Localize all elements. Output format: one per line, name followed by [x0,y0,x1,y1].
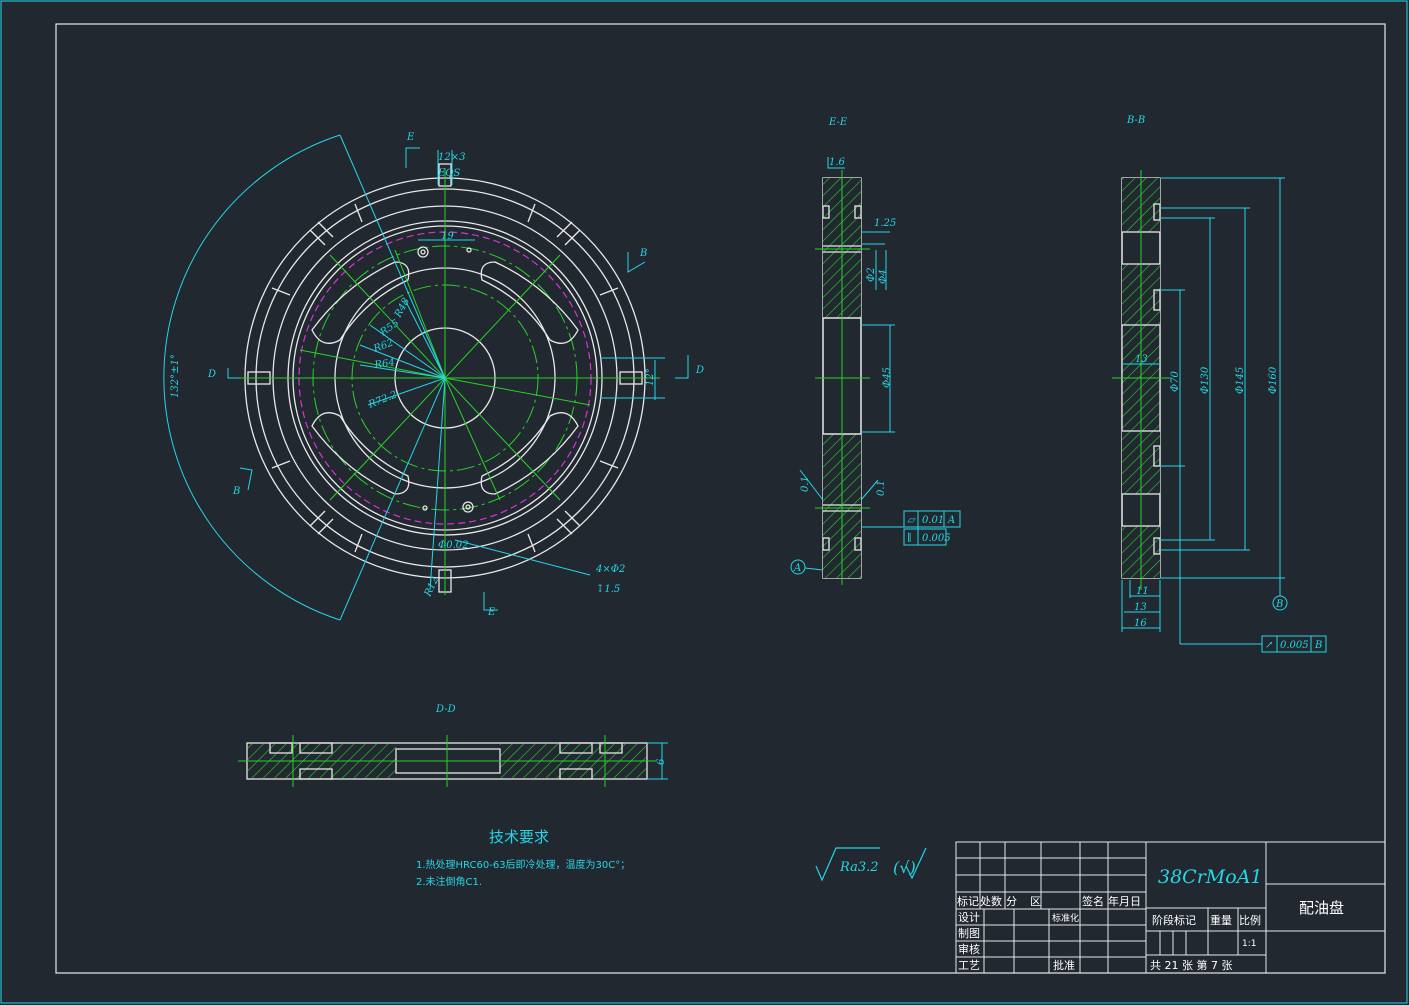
bb-dim-phi145: Φ145 [1235,367,1246,394]
section-bb-label: B-B [1126,115,1145,126]
tb-zone: 区 [1030,895,1041,908]
ee-dim-phi2: Φ2 [866,267,877,282]
tb-process: 工艺 [958,959,980,972]
dim-holes: 4×Φ2 [595,564,625,575]
ee-dim-phi45: Φ45 [882,367,893,388]
label-b-bottom: B [232,486,240,497]
material: 38CrMoA1 [1158,866,1263,888]
dim-angle-132: 132°±1° [170,354,181,398]
tb-review: 审核 [958,942,980,956]
dim-hole-depth: ↧1.5 [596,584,620,595]
ee-flatness-sym: ⏥ [907,515,916,526]
dd-dim-6: 6 [656,758,667,765]
tb-design: 设计 [958,911,980,924]
ee-parallel-sym: ∥ [907,532,912,544]
dim-top-width: 12×3 [438,152,465,163]
tech-line-1: 1.热处理HRC60-63后即冷处理，温度为30C°； [416,858,630,871]
tb-count: 处数 [980,895,1002,908]
ee-flatness-value: 0.01 [922,515,944,526]
dim-top-19: 19 [441,231,454,242]
dim-bottom-dia: Φ0.02 [438,540,468,551]
bb-dim-phi70: Φ70 [1170,370,1181,392]
tb-fen: 分 [1006,895,1017,908]
tb-scale: 1:1 [1242,939,1256,949]
bb-runout-value: 0.005 [1280,640,1309,651]
ee-dim-chamfer-right: 0.1 [876,480,887,496]
tb-standard: 标准化 [1052,912,1079,924]
drawing-sheet: E E B B D D 12×3 EQS 19 R48 R55 R62 R64 … [0,0,1408,1004]
tb-drawing: 制图 [958,927,980,940]
label-d-left: D [207,369,216,380]
bb-dim-13: 13 [1135,354,1148,365]
label-d-right: D [695,365,704,376]
tb-date: 年月日 [1108,894,1141,908]
datum-b: B [1275,599,1283,610]
ee-flatness-datum: A [947,515,955,526]
ee-parallel-value: 0.005 [922,533,951,544]
bb-dim-phi160: Φ160 [1268,366,1279,394]
tb-mark: 标记 [957,894,979,908]
dim-r64: R64 [373,357,396,371]
ee-dim-chamfer-left: 0.1 [800,476,811,492]
bb-dim-16: 16 [1134,618,1147,629]
tb-stage: 阶段标记 [1152,913,1196,927]
roughness-value: Ra3.2 [839,860,879,875]
dim-r62: R62 [371,338,395,356]
tb-sheets: 共 21 张 第 7 张 [1150,958,1232,972]
section-ee-label: E-E [828,117,848,128]
tb-sign: 签名 [1082,894,1104,908]
roughness-others: (√) [893,858,916,877]
dim-r72-2: R72.2 [366,389,399,411]
ee-dim-phi4: Φ4 [878,269,889,284]
section-dd [238,735,668,787]
section-bb [1112,170,1327,653]
bb-runout-sym: ↗ [1265,640,1273,651]
tech-line-2: 2.未注倒角C1. [416,875,482,888]
dim-top-mark: EQS [437,168,460,179]
label-b-top: B [639,248,647,259]
part-name: 配油盘 [1299,899,1344,917]
label-e-bottom: E [487,607,496,618]
label-e-top: E [406,132,415,143]
bb-runout-datum: B [1314,640,1322,651]
section-dd-label: D-D [435,704,456,715]
bb-dim-13b: 13 [1134,602,1147,613]
tb-weight: 重量 [1210,913,1232,927]
bb-dim-11: 11 [1136,586,1149,597]
ee-dim-125: 1.25 [874,218,896,229]
bb-dim-phi130: Φ130 [1200,366,1211,394]
front-view [163,134,689,621]
inner-border [55,23,1386,974]
tb-scale-label: 比例 [1239,913,1261,927]
datum-a: A [793,563,801,574]
tech-title: 技术要求 [489,828,549,846]
ee-dim-16: 1.6 [829,157,846,168]
tb-approve: 批准 [1053,958,1075,972]
dim-r55: R55 [378,318,402,339]
dim-angle-12: 12° [645,368,656,386]
outer-border [0,0,1408,1004]
